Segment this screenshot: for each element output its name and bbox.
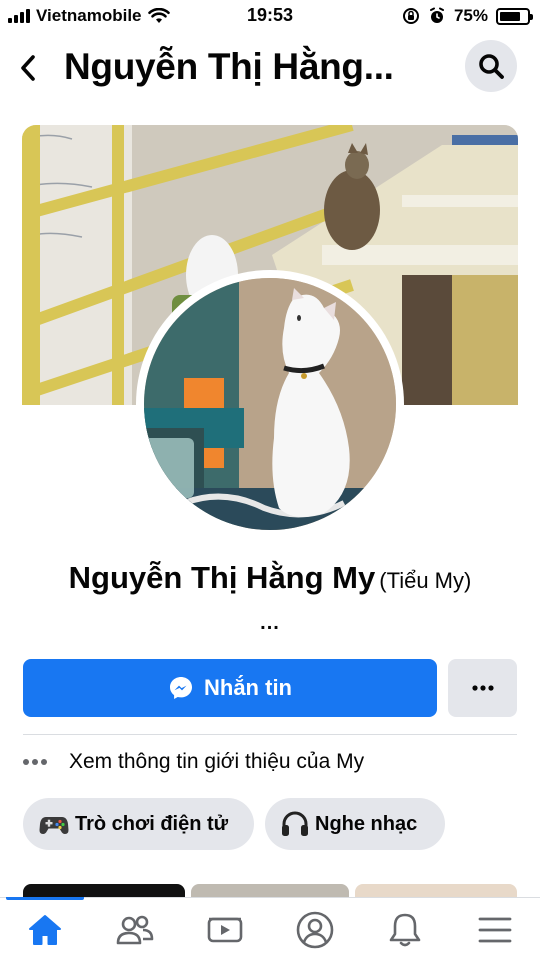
avatar: [144, 278, 396, 530]
bottom-navigation: [0, 897, 540, 961]
hobby-chip-music[interactable]: Nghe nhạc: [265, 798, 445, 850]
status-right: 75%: [402, 6, 533, 26]
nav-notifications[interactable]: [360, 898, 450, 961]
search-icon: [479, 54, 504, 79]
profile-name-row: Nguyễn Thị Hằng My (Tiểu My): [0, 560, 540, 596]
nav-profile[interactable]: [270, 898, 360, 961]
battery-fill: [500, 11, 520, 21]
more-options-button[interactable]: [448, 659, 517, 717]
home-icon: [29, 914, 61, 945]
see-intro-label: Xem thông tin giới thiệu của My: [69, 750, 365, 773]
message-button[interactable]: Nhắn tin: [23, 659, 437, 717]
notifications-icon: [389, 913, 421, 946]
nav-watch[interactable]: [180, 898, 270, 961]
profile-icon: [296, 911, 334, 948]
message-button-label: Nhắn tin: [204, 675, 292, 700]
hobby-chip-games[interactable]: Trò chơi điện tử: [23, 798, 254, 850]
status-bar: Vietnamobile 19:53 75%: [0, 0, 540, 32]
battery-percent: 75%: [453, 6, 488, 25]
search-button[interactable]: [465, 40, 517, 92]
profile-name: Nguyễn Thị Hằng My: [68, 560, 376, 595]
profile-header: Nguyễn Thị Hằng...: [0, 38, 540, 98]
rotation-lock-icon: [402, 8, 419, 24]
divider: [23, 734, 517, 735]
battery-icon: [496, 7, 533, 25]
alternate-name: (Tiểu My): [379, 568, 472, 593]
nav-friends[interactable]: [90, 898, 180, 961]
headphones-icon: [282, 811, 308, 836]
messenger-icon: [170, 677, 192, 699]
friends-icon: [116, 915, 154, 944]
nav-menu[interactable]: [450, 898, 540, 961]
more-horizontal-icon: [471, 685, 494, 691]
page-title: Nguyễn Thị Hằng...: [64, 46, 394, 87]
menu-icon: [478, 917, 512, 942]
profile-picture[interactable]: [136, 270, 404, 538]
back-button[interactable]: [10, 48, 46, 88]
bio-more[interactable]: ...: [0, 612, 540, 635]
hobby-label-games: Trò chơi điện tử: [75, 812, 229, 835]
hobby-label-music: Nghe nhạc: [315, 812, 418, 835]
watch-icon: [207, 917, 243, 942]
gamepad-icon: [39, 817, 69, 834]
alarm-icon: [429, 7, 444, 23]
see-intro-row[interactable]: Xem thông tin giới thiệu của My: [23, 742, 517, 782]
nav-home[interactable]: [0, 897, 90, 961]
chevron-left-icon: [21, 55, 35, 81]
more-dots-icon: [23, 759, 53, 765]
